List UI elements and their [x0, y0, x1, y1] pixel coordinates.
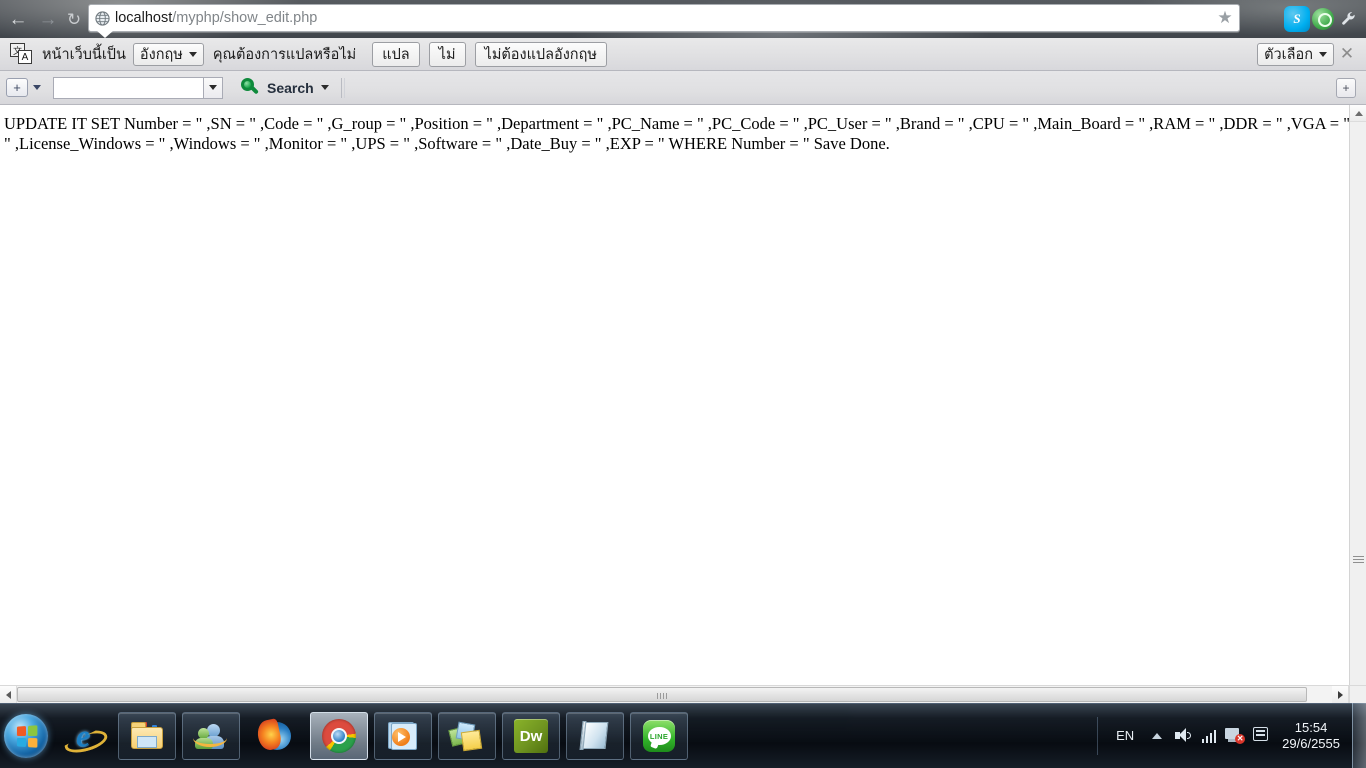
bookmark-star-icon[interactable]: ★ — [1211, 5, 1239, 31]
resize-grip-icon[interactable] — [1353, 556, 1364, 565]
windows-logo-icon — [16, 725, 36, 747]
monitor-error-icon[interactable]: ✕ — [1222, 721, 1248, 751]
globe-icon — [89, 5, 115, 31]
sql-output-line-1: UPDATE IT SET Number = " ,SN = " ,Code =… — [0, 105, 1349, 134]
media-player-icon — [386, 719, 420, 753]
notepad-icon — [578, 719, 612, 753]
taskbar-internet-explorer[interactable]: e — [54, 712, 112, 760]
start-orb[interactable] — [4, 714, 48, 758]
horizontal-scroll-thumb[interactable] — [17, 687, 1307, 702]
translate-icon: 文 A — [10, 43, 34, 65]
scroll-right-arrow[interactable] — [1332, 686, 1349, 703]
clock[interactable]: 15:54 29/6/2555 — [1274, 720, 1352, 752]
green-extension-icon[interactable] — [1312, 8, 1334, 30]
close-icon[interactable]: ✕ — [1334, 44, 1360, 64]
horizontal-scrollbar[interactable] — [0, 685, 1349, 703]
action-center-icon[interactable] — [1248, 721, 1274, 751]
skype-extension-icon[interactable] — [1284, 6, 1310, 32]
taskbar-notepad[interactable] — [566, 712, 624, 760]
show-desktop-button[interactable] — [1352, 703, 1366, 768]
chrome-menu-wrench-icon[interactable] — [1336, 6, 1362, 32]
search-input[interactable] — [53, 77, 203, 99]
address-bar[interactable]: localhost/myphp/show_edit.php ★ — [88, 4, 1240, 32]
taskbar-firefox[interactable] — [246, 712, 304, 760]
toolbar-divider — [341, 78, 342, 98]
sticky-notes-icon — [450, 719, 484, 753]
url-host: localhost — [115, 10, 172, 26]
clock-date: 29/6/2555 — [1282, 736, 1340, 752]
toolbar-add-button[interactable]: + — [6, 78, 28, 97]
chevron-down-icon — [321, 85, 329, 90]
chevron-down-icon[interactable] — [33, 85, 41, 90]
reload-icon[interactable]: ↻ — [60, 6, 88, 32]
volume-icon[interactable] — [1170, 721, 1196, 751]
navigation-buttons: ← → ↻ — [0, 0, 90, 38]
taskbar-dreamweaver[interactable]: Dw — [502, 712, 560, 760]
translate-no-button[interactable]: ไม่ — [429, 42, 466, 67]
taskbar-line[interactable]: LINE — [630, 712, 688, 760]
internet-explorer-icon: e — [66, 719, 100, 753]
url-path: /myphp/show_edit.php — [172, 10, 317, 26]
translate-never-button[interactable]: ไม่ต้องแปลอังกฤษ — [475, 42, 607, 67]
search-button[interactable]: Search — [241, 78, 329, 97]
line-app-label: LINE — [650, 732, 668, 741]
translate-language-select[interactable]: อังกฤษ — [133, 43, 204, 66]
translate-language-value: อังกฤษ — [140, 43, 183, 66]
firefox-icon — [258, 719, 292, 753]
screen: ← → ↻ localhost/myphp/show_edit.php ★ — [0, 0, 1366, 768]
page-content: UPDATE IT SET Number = " ,SN = " ,Code =… — [0, 105, 1349, 685]
search-toolbar: + Search + — [0, 71, 1366, 105]
taskbar-sticky-notes[interactable] — [438, 712, 496, 760]
search-history-dropdown[interactable] — [203, 77, 223, 99]
address-bar-text[interactable]: localhost/myphp/show_edit.php — [115, 5, 1211, 31]
chevron-down-icon — [189, 52, 197, 57]
scroll-left-arrow[interactable] — [0, 686, 17, 703]
taskbar-messenger[interactable] — [182, 712, 240, 760]
vertical-scrollbar[interactable] — [1349, 105, 1366, 685]
browser-tab-strip: ← → ↻ localhost/myphp/show_edit.php ★ — [0, 0, 1366, 38]
translate-icon-target-char: A — [18, 50, 32, 64]
taskbar-windows-explorer[interactable] — [118, 712, 176, 760]
clock-time: 15:54 — [1282, 720, 1340, 736]
translate-options-label: ตัวเลือก — [1264, 43, 1313, 66]
extension-icons — [1284, 4, 1362, 34]
horizontal-scroll-track[interactable] — [17, 686, 1332, 704]
system-tray: EN ✕ 15:54 29/6/2555 — [1097, 703, 1366, 768]
translate-infobar: 文 A หน้าเว็บนี้เป็น อังกฤษ คุณต้องการแปล… — [0, 38, 1366, 71]
show-hidden-icons-button[interactable] — [1144, 721, 1170, 751]
scroll-up-arrow[interactable] — [1350, 105, 1366, 122]
tab-pointer — [96, 30, 114, 38]
taskbar-chrome[interactable] — [310, 712, 368, 760]
toolbar-add-right-button[interactable]: + — [1336, 78, 1356, 98]
sql-output-line-2: " ,License_Windows = " ,Windows = " ,Mon… — [0, 134, 1349, 154]
language-indicator[interactable]: EN — [1106, 728, 1144, 743]
network-icon[interactable] — [1196, 721, 1222, 751]
translate-question-text: คุณต้องการแปลหรือไม่ — [213, 43, 356, 66]
search-icon — [241, 78, 260, 97]
dreamweaver-icon: Dw — [514, 719, 548, 753]
chevron-down-icon — [209, 85, 217, 90]
chrome-icon — [322, 719, 356, 753]
search-button-label: Search — [267, 80, 314, 96]
folder-icon — [130, 719, 164, 753]
chevron-down-icon — [1319, 52, 1327, 57]
forward-icon[interactable]: → — [34, 6, 62, 32]
back-icon[interactable]: ← — [4, 6, 32, 32]
tray-divider — [1097, 717, 1098, 755]
translate-options-button[interactable]: ตัวเลือก — [1257, 43, 1334, 66]
translate-button[interactable]: แปล — [372, 42, 419, 67]
line-app-icon: LINE — [643, 720, 675, 752]
scrollbar-corner — [1349, 685, 1366, 703]
translate-prefix-text: หน้าเว็บนี้เป็น — [42, 43, 126, 66]
messenger-icon — [194, 719, 228, 753]
taskbar-media-player[interactable] — [374, 712, 432, 760]
